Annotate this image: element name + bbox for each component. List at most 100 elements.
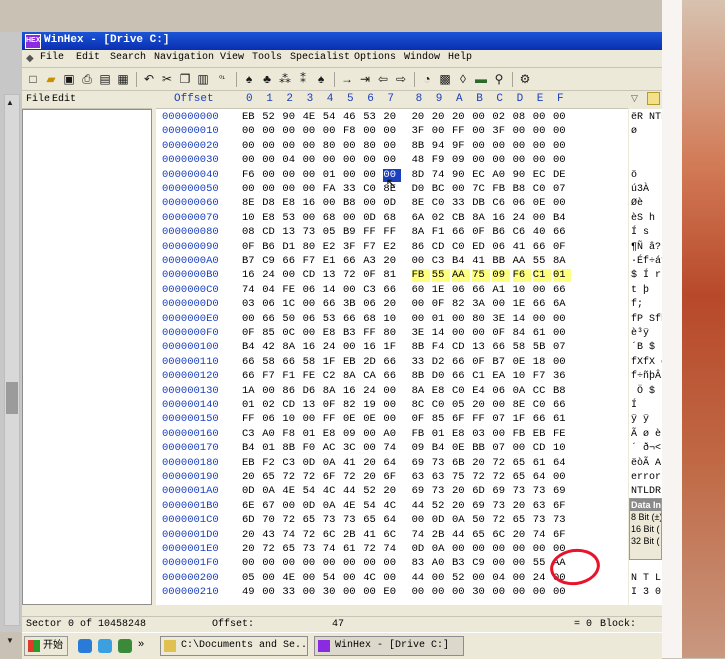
hex-byte[interactable]: C0 <box>533 183 551 196</box>
hex-byte[interactable]: 52 <box>262 111 280 124</box>
save-icon[interactable]: ▣ <box>62 71 76 87</box>
hex-byte[interactable]: 00 <box>242 183 260 196</box>
hex-byte[interactable]: 0D <box>303 500 321 513</box>
hex-byte[interactable]: 72 <box>492 514 510 527</box>
hex-byte[interactable]: 09 <box>492 269 511 283</box>
hex-byte[interactable]: FB <box>412 428 430 441</box>
hex-byte[interactable]: 82 <box>343 399 361 412</box>
hex-row[interactable]: 000000180 EB F2 C3 0D 0A 41 20 64 69 73 6B 20 72 65 61 6… <box>156 457 628 470</box>
hex-byte[interactable]: FF <box>452 125 470 138</box>
ascii-row[interactable]: ëòÃ A d <box>631 457 662 470</box>
hex-byte[interactable]: 68 <box>383 212 401 225</box>
hex-byte[interactable]: 00 <box>303 557 321 570</box>
hex-row[interactable]: 000000020 00 00 00 00 80 00 80 00 8B 94 9F 00 00 00 00 0… <box>156 140 628 153</box>
hex-row[interactable]: 000000140 01 02 CD 13 0F 82 19 00 8C C0 05 20 00 8E C0 6… <box>156 399 628 412</box>
ascii-row[interactable]: ú3À <box>631 183 649 196</box>
hex-byte[interactable]: 66 <box>383 284 401 297</box>
left-menu-file[interactable]: File <box>26 94 50 105</box>
menu-search[interactable]: Search <box>110 52 146 63</box>
hex-byte[interactable]: BB <box>472 442 490 455</box>
hex-byte[interactable]: 4E <box>343 500 361 513</box>
hex-byte[interactable]: 00 <box>363 428 381 441</box>
hex-byte[interactable]: 00 <box>553 197 571 210</box>
scroll-up-arrow-icon[interactable]: ▲ <box>6 98 14 107</box>
hex-byte[interactable]: 00 <box>513 586 531 599</box>
hex-byte[interactable]: F7 <box>262 370 280 383</box>
hex-byte[interactable]: 6C <box>323 529 341 542</box>
hex-row[interactable]: 0000001D0 20 43 74 72 6C 2B 41 6C 74 2B 44 65 6C 20 74 6… <box>156 529 628 542</box>
hex-byte[interactable]: C0 <box>533 399 551 412</box>
hex-byte[interactable]: 69 <box>412 485 430 498</box>
hex-byte[interactable]: 00 <box>383 413 401 426</box>
hex-byte[interactable]: 10 <box>242 212 260 225</box>
hex-byte[interactable]: 20 <box>363 471 381 484</box>
hex-byte[interactable]: 00 <box>513 442 531 455</box>
hex-byte[interactable]: B3 <box>452 557 470 570</box>
hex-byte[interactable]: 00 <box>533 212 551 225</box>
hex-byte[interactable]: 06 <box>492 241 510 254</box>
hex-byte[interactable]: 3F <box>492 125 510 138</box>
hex-byte[interactable]: 80 <box>323 140 341 153</box>
hex-byte[interactable]: 00 <box>363 154 381 167</box>
hex-byte[interactable]: 72 <box>492 457 510 470</box>
hex-byte[interactable]: 66 <box>472 284 490 297</box>
hex-byte[interactable]: 01 <box>553 269 571 283</box>
hex-byte[interactable]: 5B <box>533 341 551 354</box>
hex-byte[interactable]: A0 <box>262 428 280 441</box>
hex-byte[interactable]: 66 <box>242 356 260 369</box>
hex-byte[interactable]: DB <box>472 197 490 210</box>
hex-byte[interactable]: A0 <box>492 169 510 182</box>
hex-byte[interactable]: 0E <box>513 356 531 369</box>
hex-byte[interactable]: FE <box>553 428 571 441</box>
hex-byte[interactable]: 8A <box>343 370 361 383</box>
hex-byte[interactable]: 06 <box>492 385 510 398</box>
properties-icon[interactable]: ▤ <box>98 71 112 87</box>
hex-row[interactable]: 000000110 66 58 66 58 1F EB 2D 66 33 D2 66 0F B7 0E 18 0… <box>156 356 628 369</box>
hex-byte[interactable]: 00 <box>363 442 381 455</box>
hex-byte[interactable]: C6 <box>513 226 531 239</box>
forward-icon[interactable]: ⇨ <box>394 71 408 87</box>
hex-byte[interactable]: 54 <box>323 111 341 124</box>
hex-byte[interactable]: 0A <box>432 543 450 556</box>
hex-byte[interactable]: 10 <box>282 413 300 426</box>
goto-sector-icon[interactable]: ⇥ <box>358 71 372 87</box>
hex-byte[interactable]: 8A <box>553 255 571 268</box>
hex-byte[interactable]: 0F <box>472 356 490 369</box>
hex-byte[interactable]: A3 <box>363 255 381 268</box>
hex-byte[interactable]: 00 <box>432 586 450 599</box>
hex-byte[interactable]: 68 <box>363 313 381 326</box>
hex-byte[interactable]: C9 <box>472 557 490 570</box>
hex-byte[interactable]: 00 <box>432 572 450 585</box>
hex-byte[interactable]: 74 <box>432 169 450 182</box>
hex-byte[interactable]: 83 <box>412 557 430 570</box>
hex-byte[interactable]: B4 <box>452 255 470 268</box>
hex-byte[interactable]: 16 <box>303 197 321 210</box>
hex-byte[interactable]: 00 <box>282 169 300 182</box>
hex-byte[interactable]: 90 <box>452 169 470 182</box>
ascii-row[interactable]: Ã ø è <box>631 428 661 441</box>
hex-byte[interactable]: B8 <box>343 197 361 210</box>
hex-byte[interactable]: C6 <box>492 197 510 210</box>
hex-byte[interactable]: 55 <box>533 557 551 570</box>
hex-byte[interactable]: 6F <box>553 529 571 542</box>
hex-byte[interactable]: 41 <box>472 255 490 268</box>
hex-byte[interactable]: 00 <box>383 399 401 412</box>
hex-byte[interactable]: F7 <box>303 255 321 268</box>
hex-byte[interactable]: 66 <box>452 370 470 383</box>
hex-byte[interactable]: 00 <box>472 543 490 556</box>
hex-byte[interactable]: 14 <box>323 284 341 297</box>
hex-byte[interactable]: 66 <box>242 370 260 383</box>
hex-byte[interactable]: EA <box>492 370 510 383</box>
hex-byte[interactable]: 00 <box>513 140 531 153</box>
hex-byte[interactable]: 06 <box>262 413 280 426</box>
hex-byte[interactable]: 52 <box>452 572 470 585</box>
hex-byte[interactable]: 72 <box>303 529 321 542</box>
hex-row[interactable]: 0000001C0 6D 70 72 65 73 73 65 64 00 0D 0A 50 72 65 73 7… <box>156 514 628 527</box>
find-text-icon[interactable]: ♠ <box>242 71 256 87</box>
hex-byte[interactable]: 0F <box>472 226 490 239</box>
hex-byte[interactable]: 00 <box>412 586 430 599</box>
hex-byte[interactable]: 00 <box>282 140 300 153</box>
hex-byte[interactable]: 48 <box>412 154 430 167</box>
hex-byte[interactable]: 60 <box>412 284 430 297</box>
hex-byte[interactable]: 63 <box>533 500 551 513</box>
